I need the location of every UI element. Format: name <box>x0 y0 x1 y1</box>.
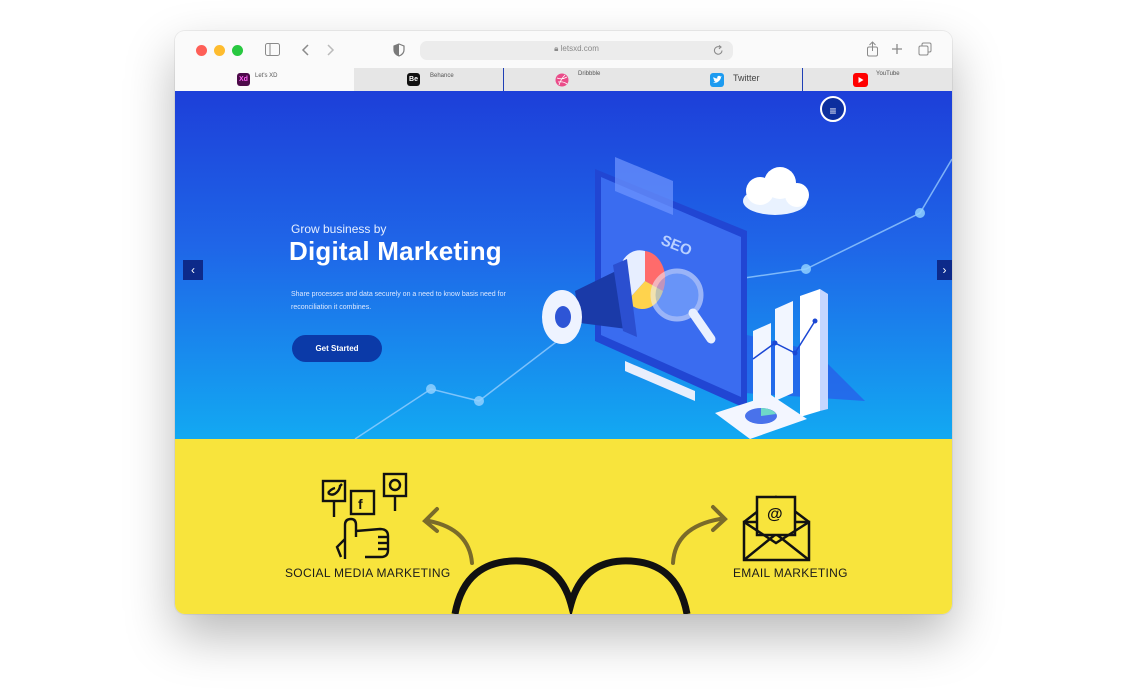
close-window-button[interactable] <box>196 45 207 56</box>
tab-strip: Xd Let's XD Be Behance Dribbble Twitter <box>175 68 952 92</box>
facebook-icon: f <box>358 496 363 512</box>
url-text: 🔒︎ letsxd.com <box>554 44 599 53</box>
hero-banner: SEO Grow business by Digital Marketing S… <box>175 91 952 439</box>
email-marketing-label: EMAIL MARKETING <box>733 566 848 580</box>
cloud-icon <box>743 167 809 215</box>
plus-icon[interactable] <box>891 43 903 55</box>
browser-window: 🔒︎ letsxd.com Xd Let's XD Be Behance Dri… <box>175 31 952 614</box>
sidebar-icon[interactable] <box>265 43 280 56</box>
lock-icon: 🔒︎ <box>554 44 559 53</box>
tab-twitter[interactable]: Twitter <box>653 68 802 91</box>
behance-icon: Be <box>407 73 420 86</box>
heart-outline <box>451 557 691 614</box>
tab-behance[interactable]: Be Behance <box>354 68 503 91</box>
marketing-section: f @ SOCIAL MEDIA MARKETING EMAIL MARKETI… <box>175 439 952 614</box>
curved-arrow-icon <box>422 507 474 565</box>
hero-description: Share processes and data securely on a n… <box>291 291 506 311</box>
marketing-illustration: f @ <box>321 472 811 614</box>
xd-icon: Xd <box>237 73 250 86</box>
curved-arrow-icon <box>671 505 728 565</box>
at-sign-icon: @ <box>767 506 783 523</box>
dribbble-icon <box>555 73 569 87</box>
address-bar[interactable]: 🔒︎ letsxd.com <box>420 41 733 60</box>
shield-icon[interactable] <box>393 43 405 57</box>
social-media-icon <box>321 472 408 559</box>
social-media-marketing-label: SOCIAL MEDIA MARKETING <box>285 566 451 580</box>
tab-label: YouTube <box>876 71 900 77</box>
get-started-button[interactable]: Get Started <box>292 335 382 362</box>
tab-youtube[interactable]: YouTube <box>803 68 952 91</box>
carousel-prev-button[interactable]: ‹ <box>183 260 203 280</box>
hamburger-menu-button[interactable]: ≡ <box>820 96 846 122</box>
tab-label: Dribbble <box>578 71 601 77</box>
youtube-icon <box>853 73 868 87</box>
browser-toolbar: 🔒︎ letsxd.com <box>175 31 952 68</box>
forward-icon[interactable] <box>325 43 335 57</box>
share-icon[interactable] <box>866 41 879 57</box>
hero-subtitle: Grow business by <box>291 222 387 236</box>
tab-label: Behance <box>430 73 454 79</box>
tab-label: Twitter <box>733 73 760 83</box>
reload-icon[interactable] <box>713 45 724 56</box>
minimize-window-button[interactable] <box>214 45 225 56</box>
report-illustration <box>715 395 807 439</box>
maximize-window-button[interactable] <box>232 45 243 56</box>
back-icon[interactable] <box>301 43 311 57</box>
twitter-icon <box>710 73 724 87</box>
tab-label: Let's XD <box>255 73 278 79</box>
tab-dribbble[interactable]: Dribbble <box>504 68 653 91</box>
carousel-next-button[interactable]: › <box>937 260 952 280</box>
tab-letsxd[interactable]: Xd Let's XD <box>175 68 354 91</box>
tabs-icon[interactable] <box>918 42 932 56</box>
hero-title: Digital Marketing <box>289 236 502 266</box>
